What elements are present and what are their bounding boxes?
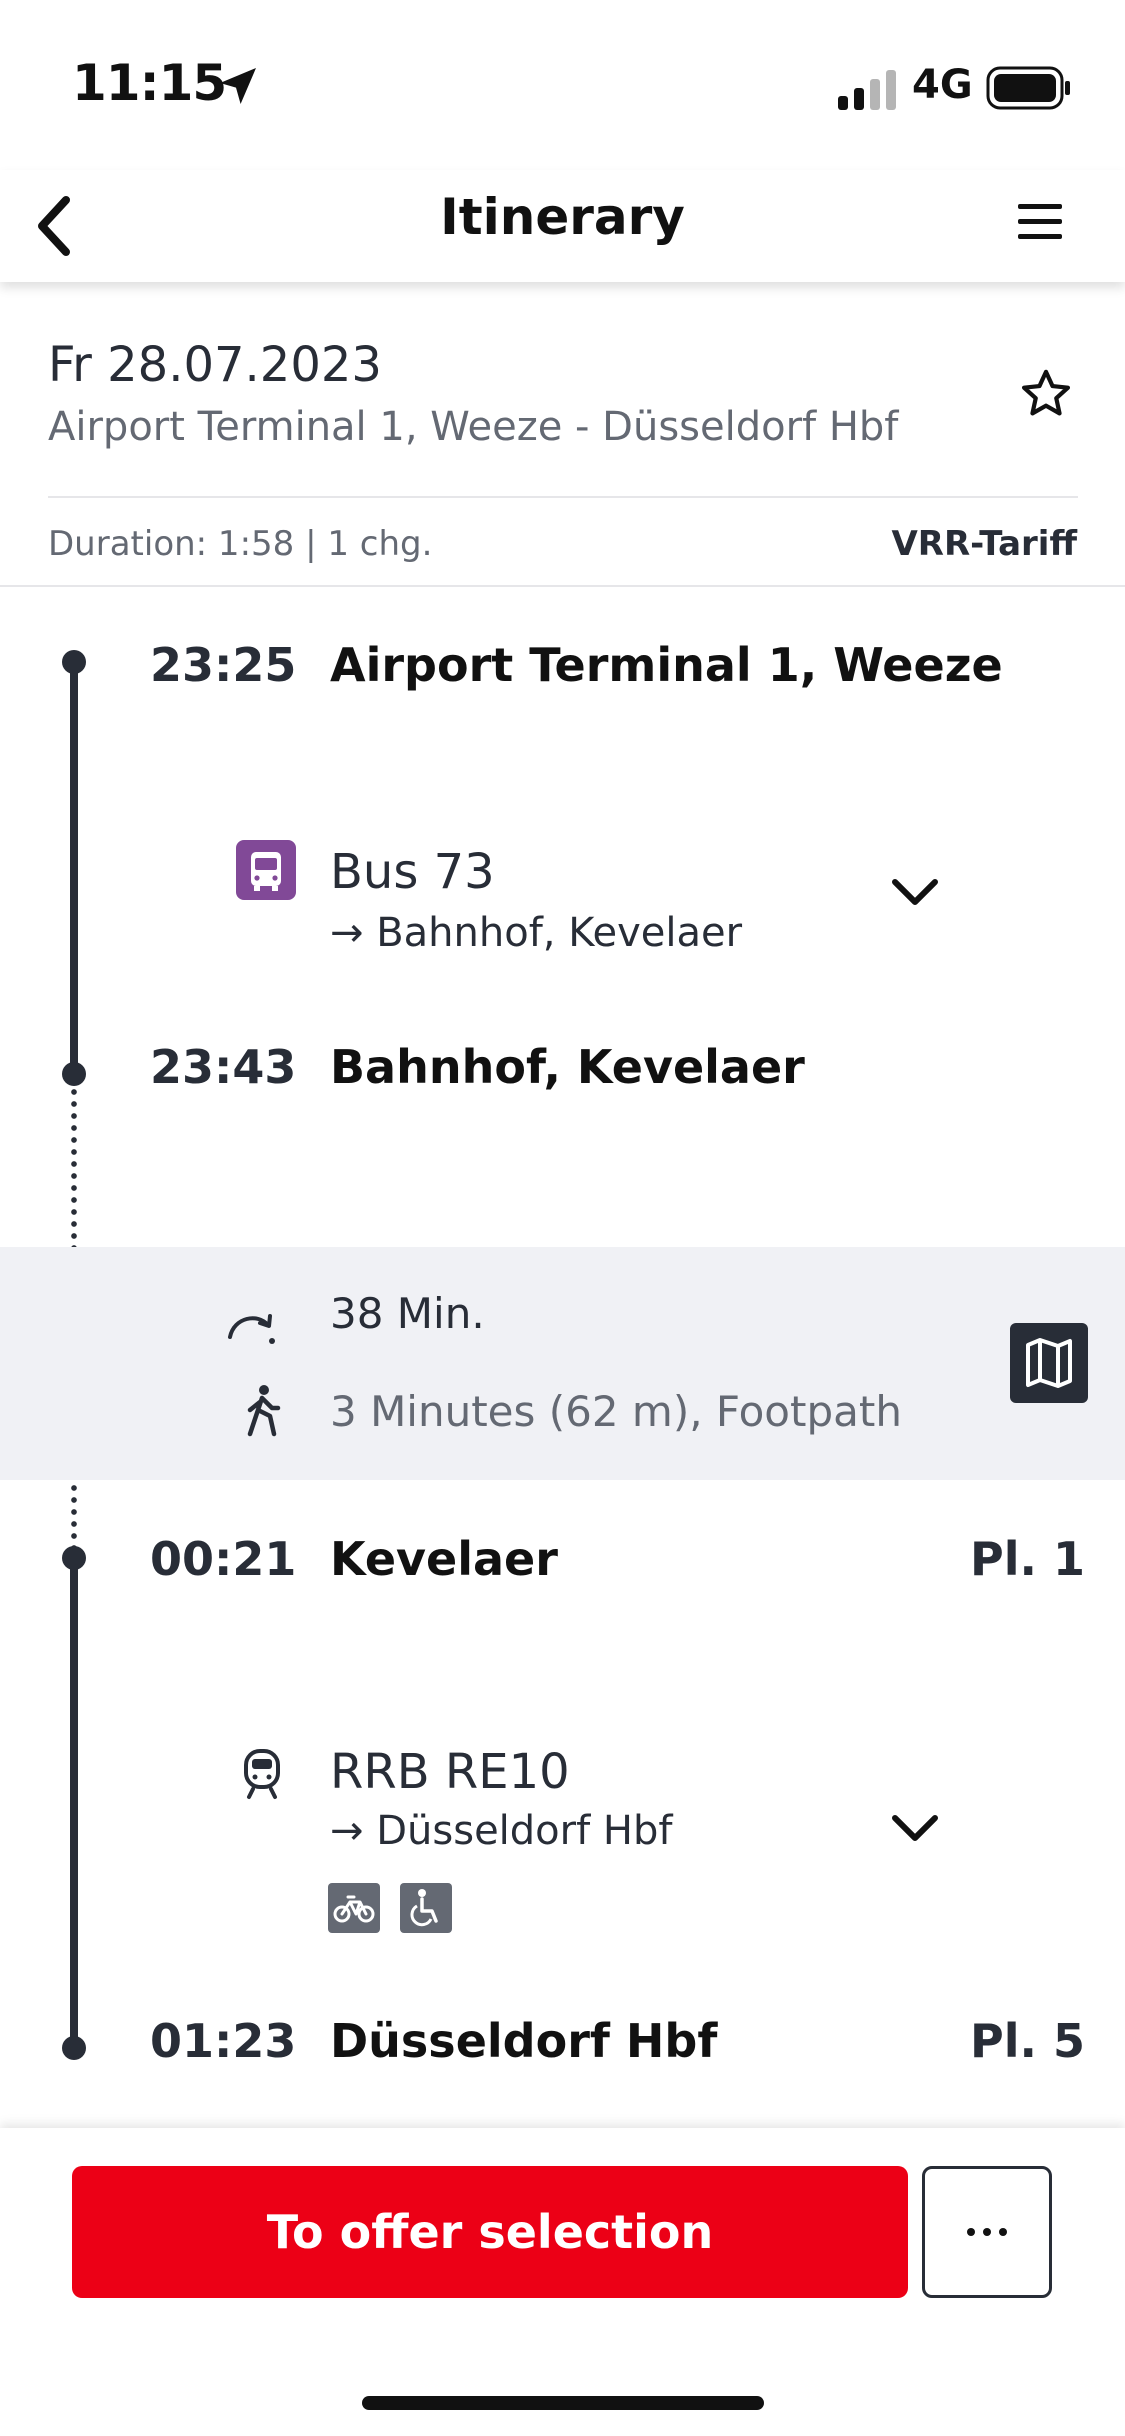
more-options-button[interactable] bbox=[922, 2166, 1052, 2298]
timeline-segment-bus bbox=[70, 662, 78, 1074]
leg-direction: → Düsseldorf Hbf bbox=[330, 1808, 673, 1854]
stop-time: 23:43 bbox=[150, 1040, 297, 1094]
bicycle-icon bbox=[328, 1883, 380, 1933]
leg-line-name: Bus 73 bbox=[330, 844, 495, 900]
footer-bar: To offer selection bbox=[0, 2128, 1125, 2436]
stop-name[interactable]: Düsseldorf Hbf bbox=[330, 2014, 717, 2068]
bus-icon bbox=[236, 840, 296, 900]
status-time: 11:15 bbox=[72, 54, 227, 112]
duration-info: Duration: 1:58 | 1 chg. bbox=[48, 524, 433, 564]
timeline-segment-train bbox=[70, 1558, 78, 2048]
stop-time: 00:21 bbox=[150, 1532, 297, 1586]
walking-icon bbox=[247, 1385, 281, 1437]
transfer-wait-time: 38 Min. bbox=[330, 1289, 485, 1338]
stop-name[interactable]: Kevelaer bbox=[330, 1532, 558, 1586]
map-button[interactable] bbox=[1010, 1323, 1088, 1403]
tariff-link[interactable]: VRR-Tariff bbox=[891, 524, 1077, 564]
wheelchair-icon bbox=[400, 1883, 452, 1933]
battery-icon bbox=[986, 66, 1070, 110]
map-icon bbox=[1026, 1338, 1072, 1388]
divider bbox=[48, 496, 1078, 498]
stop-name[interactable]: Airport Terminal 1, Weeze bbox=[330, 638, 1003, 692]
stop-time: 23:25 bbox=[150, 638, 297, 692]
transfer-section: 38 Min. 3 Minutes (62 m), Footpath bbox=[0, 1247, 1125, 1480]
timeline-dot bbox=[62, 1546, 86, 1570]
leg-line-name: RRB RE10 bbox=[330, 1744, 570, 1800]
home-indicator bbox=[362, 2396, 764, 2410]
stop-time: 01:23 bbox=[150, 2014, 297, 2068]
more-options-icon bbox=[967, 2228, 1007, 2236]
travel-date: Fr 28.07.2023 bbox=[48, 337, 382, 393]
platform-label: Pl. 5 bbox=[970, 2014, 1085, 2068]
page-title: Itinerary bbox=[440, 188, 685, 246]
regional-train-icon bbox=[244, 1749, 280, 1799]
platform-label: Pl. 1 bbox=[970, 1532, 1085, 1586]
signal-icon bbox=[838, 70, 896, 110]
network-type: 4G bbox=[912, 62, 973, 108]
star-outline-icon[interactable] bbox=[1018, 366, 1074, 422]
timeline-dot bbox=[62, 650, 86, 674]
status-bar: 11:15 4G bbox=[0, 0, 1125, 170]
leg-direction: → Bahnhof, Kevelaer bbox=[330, 910, 743, 956]
chevron-down-icon[interactable] bbox=[885, 1808, 945, 1848]
transfer-walk-info: 3 Minutes (62 m), Footpath bbox=[330, 1387, 902, 1436]
timeline-dot bbox=[62, 2036, 86, 2060]
nav-bar: Itinerary bbox=[0, 170, 1125, 282]
location-arrow-icon bbox=[220, 68, 256, 104]
timeline-dot bbox=[62, 1062, 86, 1086]
offer-selection-button[interactable]: To offer selection bbox=[72, 2166, 908, 2298]
chevron-down-icon[interactable] bbox=[885, 872, 945, 912]
route-summary: Airport Terminal 1, Weeze - Düsseldorf H… bbox=[48, 404, 899, 450]
transfer-wait-icon bbox=[228, 1314, 275, 1344]
itinerary-summary: Fr 28.07.2023 Airport Terminal 1, Weeze … bbox=[0, 282, 1125, 587]
hamburger-menu-icon[interactable] bbox=[1010, 192, 1070, 252]
stop-name[interactable]: Bahnhof, Kevelaer bbox=[330, 1040, 805, 1094]
